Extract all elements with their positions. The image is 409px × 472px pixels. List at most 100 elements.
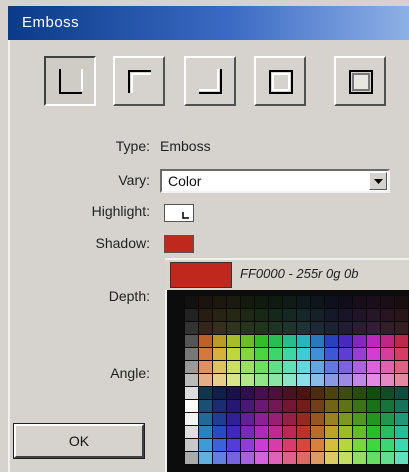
color-cell[interactable] xyxy=(366,334,381,348)
style-frame-button[interactable] xyxy=(254,56,306,106)
color-cell[interactable] xyxy=(254,347,269,361)
color-cell[interactable] xyxy=(296,425,311,439)
color-cell[interactable] xyxy=(212,412,227,426)
color-cell[interactable] xyxy=(324,451,339,465)
color-cell[interactable] xyxy=(282,321,297,335)
vary-select[interactable]: Color xyxy=(160,169,390,193)
color-cell[interactable] xyxy=(212,321,227,335)
color-cell[interactable] xyxy=(352,438,367,452)
color-cell[interactable] xyxy=(184,425,199,439)
color-cell[interactable] xyxy=(268,334,283,348)
color-cell[interactable] xyxy=(184,451,199,465)
color-cell[interactable] xyxy=(338,308,353,322)
color-cell[interactable] xyxy=(282,399,297,413)
color-cell[interactable] xyxy=(240,438,255,452)
color-cell[interactable] xyxy=(394,321,409,335)
color-cell[interactable] xyxy=(380,308,395,322)
color-cell[interactable] xyxy=(212,373,227,387)
color-cell[interactable] xyxy=(324,334,339,348)
color-cell[interactable] xyxy=(296,412,311,426)
color-cell[interactable] xyxy=(338,451,353,465)
color-cell[interactable] xyxy=(310,373,325,387)
color-cell[interactable] xyxy=(282,451,297,465)
color-cell[interactable] xyxy=(198,308,213,322)
highlight-color-button[interactable] xyxy=(164,204,194,222)
color-cell[interactable] xyxy=(324,412,339,426)
color-cell[interactable] xyxy=(366,386,381,400)
color-cell[interactable] xyxy=(366,295,381,309)
color-cell[interactable] xyxy=(366,373,381,387)
color-cell[interactable] xyxy=(394,295,409,309)
color-cell[interactable] xyxy=(380,360,395,374)
color-cell[interactable] xyxy=(254,360,269,374)
color-cell[interactable] xyxy=(226,308,241,322)
color-cell[interactable] xyxy=(352,360,367,374)
color-cell[interactable] xyxy=(282,334,297,348)
color-cell[interactable] xyxy=(394,438,409,452)
color-cell[interactable] xyxy=(282,386,297,400)
color-cell[interactable] xyxy=(310,334,325,348)
color-cell[interactable] xyxy=(226,334,241,348)
color-cell[interactable] xyxy=(310,412,325,426)
color-cell[interactable] xyxy=(296,334,311,348)
color-cell[interactable] xyxy=(310,425,325,439)
color-cell[interactable] xyxy=(338,412,353,426)
color-cell[interactable] xyxy=(282,308,297,322)
color-cell[interactable] xyxy=(380,451,395,465)
color-cell[interactable] xyxy=(338,386,353,400)
style-raised-button[interactable] xyxy=(113,56,165,106)
color-cell[interactable] xyxy=(296,399,311,413)
color-cell[interactable] xyxy=(380,295,395,309)
color-cell[interactable] xyxy=(296,451,311,465)
color-cell[interactable] xyxy=(198,386,213,400)
color-cell[interactable] xyxy=(240,386,255,400)
color-cell[interactable] xyxy=(394,451,409,465)
color-cell[interactable] xyxy=(366,425,381,439)
color-cell[interactable] xyxy=(338,425,353,439)
color-cell[interactable] xyxy=(366,347,381,361)
color-cell[interactable] xyxy=(184,295,199,309)
color-cell[interactable] xyxy=(282,425,297,439)
color-cell[interactable] xyxy=(240,451,255,465)
color-cell[interactable] xyxy=(338,373,353,387)
color-cell[interactable] xyxy=(296,373,311,387)
color-cell[interactable] xyxy=(380,438,395,452)
color-cell[interactable] xyxy=(268,451,283,465)
color-cell[interactable] xyxy=(282,438,297,452)
color-cell[interactable] xyxy=(394,308,409,322)
color-cell[interactable] xyxy=(226,321,241,335)
color-cell[interactable] xyxy=(324,399,339,413)
color-cell[interactable] xyxy=(310,321,325,335)
color-cell[interactable] xyxy=(352,425,367,439)
color-cell[interactable] xyxy=(366,451,381,465)
color-cell[interactable] xyxy=(254,308,269,322)
color-cell[interactable] xyxy=(254,334,269,348)
color-cell[interactable] xyxy=(240,308,255,322)
color-cell[interactable] xyxy=(380,334,395,348)
color-cell[interactable] xyxy=(254,451,269,465)
color-cell[interactable] xyxy=(380,373,395,387)
color-cell[interactable] xyxy=(394,399,409,413)
color-cell[interactable] xyxy=(184,438,199,452)
ok-button[interactable]: OK xyxy=(13,423,145,459)
color-cell[interactable] xyxy=(380,347,395,361)
vary-dropdown-button[interactable] xyxy=(369,172,387,190)
color-cell[interactable] xyxy=(184,308,199,322)
color-cell[interactable] xyxy=(240,412,255,426)
color-cell[interactable] xyxy=(198,399,213,413)
color-cell[interactable] xyxy=(254,399,269,413)
color-cell[interactable] xyxy=(198,295,213,309)
color-cell[interactable] xyxy=(282,347,297,361)
color-cell[interactable] xyxy=(296,386,311,400)
color-cell[interactable] xyxy=(184,334,199,348)
color-cell[interactable] xyxy=(268,399,283,413)
color-cell[interactable] xyxy=(184,321,199,335)
color-cell[interactable] xyxy=(394,412,409,426)
color-cell[interactable] xyxy=(226,425,241,439)
color-cell[interactable] xyxy=(394,360,409,374)
color-cell[interactable] xyxy=(198,360,213,374)
color-cell[interactable] xyxy=(198,347,213,361)
color-cell[interactable] xyxy=(212,295,227,309)
color-cell[interactable] xyxy=(212,308,227,322)
color-cell[interactable] xyxy=(198,425,213,439)
